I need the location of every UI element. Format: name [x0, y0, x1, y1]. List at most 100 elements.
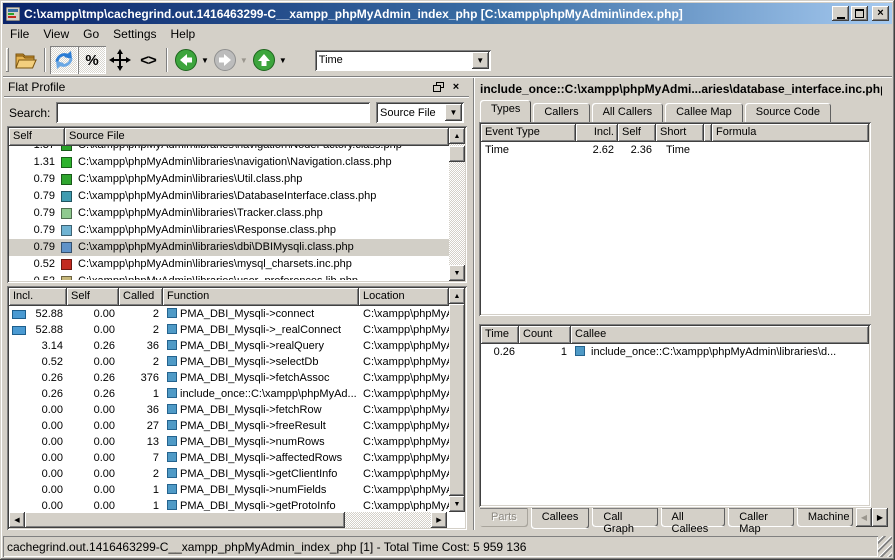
menu-file[interactable]: File: [3, 25, 36, 43]
scrollbar-thumb[interactable]: [449, 146, 465, 162]
callee-row[interactable]: 0.261 include_once::C:\xampp\phpMyAdmin\…: [481, 344, 869, 361]
percent-toggle-button[interactable]: %: [78, 46, 106, 74]
function-row[interactable]: 0.000.0013PMA_DBI_Mysqli->numRowsC:\xamp…: [9, 434, 449, 450]
up-button[interactable]: ▼: [250, 46, 289, 74]
menu-view[interactable]: View: [36, 25, 76, 43]
column-header-time[interactable]: Time: [481, 326, 519, 344]
file-row[interactable]: 1.31C:\xampp\phpMyAdmin\libraries\naviga…: [9, 154, 449, 171]
tab-all-callers[interactable]: All Callers: [592, 103, 664, 122]
file-row[interactable]: 0.79C:\xampp\phpMyAdmin\libraries\Databa…: [9, 188, 449, 205]
file-row[interactable]: 1.37C:\xampp\phpMyAdmin\libraries\naviga…: [9, 146, 449, 154]
file-row[interactable]: 0.79C:\xampp\phpMyAdmin\libraries\Tracke…: [9, 205, 449, 222]
reload-button[interactable]: [50, 46, 78, 74]
function-icon: [167, 452, 177, 462]
column-header-called[interactable]: Called: [119, 288, 163, 306]
scroll-down-icon[interactable]: ▼: [449, 265, 465, 281]
chevron-down-icon[interactable]: ▼: [472, 52, 489, 69]
column-header-self[interactable]: Self: [618, 124, 656, 142]
minimize-button[interactable]: [832, 6, 849, 21]
tab-call-graph[interactable]: Call Graph: [592, 508, 657, 527]
function-row[interactable]: 0.000.0027PMA_DBI_Mysqli->freeResultC:\x…: [9, 418, 449, 434]
column-header-function[interactable]: Function: [163, 288, 359, 306]
file-row[interactable]: 0.79C:\xampp\phpMyAdmin\libraries\Respon…: [9, 222, 449, 239]
column-header-formula[interactable]: Formula: [712, 124, 869, 142]
back-dropdown-caret[interactable]: ▼: [201, 56, 209, 65]
dock-layout-button[interactable]: [106, 46, 134, 74]
file-row[interactable]: 0.52C:\xampp\phpMyAdmin\libraries\mysql_…: [9, 256, 449, 273]
column-header-callee[interactable]: Callee: [571, 326, 869, 344]
function-called-value: 2: [119, 466, 163, 482]
up-dropdown-caret[interactable]: ▼: [279, 56, 287, 65]
tab-callers[interactable]: Callers: [533, 103, 589, 122]
function-name: PMA_DBI_Mysqli->fetchRow: [163, 402, 359, 418]
column-header-self[interactable]: Self: [9, 128, 65, 146]
group-by-selector[interactable]: Source File ▼: [376, 102, 464, 123]
scroll-right-icon[interactable]: ▶: [431, 512, 447, 528]
function-table-vscrollbar[interactable]: ▲ ▼: [449, 288, 465, 512]
tab-callees[interactable]: Callees: [531, 508, 590, 529]
tab-all-callees[interactable]: All Callees: [661, 508, 726, 527]
column-header-source-file[interactable]: Source File: [65, 128, 449, 146]
function-row[interactable]: 0.000.002PMA_DBI_Mysqli->getClientInfoC:…: [9, 466, 449, 482]
scroll-down-icon[interactable]: ▼: [449, 496, 465, 512]
close-dock-button[interactable]: ×: [447, 80, 465, 95]
menu-settings[interactable]: Settings: [106, 25, 163, 43]
back-button[interactable]: ▼: [172, 46, 211, 74]
function-row[interactable]: 0.000.0036PMA_DBI_Mysqli->fetchRowC:\xam…: [9, 402, 449, 418]
open-file-button[interactable]: [12, 46, 40, 74]
chevron-down-icon[interactable]: ▼: [445, 104, 462, 121]
file-path: C:\xampp\phpMyAdmin\libraries\mysql_char…: [74, 256, 449, 273]
file-row[interactable]: 0.52C:\xampp\phpMyAdmin\libraries\user_p…: [9, 273, 449, 280]
scrollbar-thumb[interactable]: [449, 304, 465, 496]
column-header-incl[interactable]: Incl.: [576, 124, 618, 142]
tab-machine[interactable]: Machine: [797, 508, 853, 527]
function-table-hscrollbar[interactable]: ◀ ▶: [9, 512, 447, 528]
function-row[interactable]: 52.880.002PMA_DBI_Mysqli->connectC:\xamp…: [9, 306, 449, 322]
resize-grip[interactable]: [878, 536, 892, 557]
tab-source-code[interactable]: Source Code: [745, 103, 831, 122]
menu-help[interactable]: Help: [164, 25, 203, 43]
function-row[interactable]: 0.000.001PMA_DBI_Mysqli->numFieldsC:\xam…: [9, 482, 449, 498]
function-row[interactable]: 52.880.002PMA_DBI_Mysqli->_realConnectC:…: [9, 322, 449, 338]
column-header-count[interactable]: Count: [519, 326, 571, 344]
function-name: PMA_DBI_Mysqli->fetchAssoc: [163, 370, 359, 386]
function-row[interactable]: 0.000.007PMA_DBI_Mysqli->affectedRowsC:\…: [9, 450, 449, 466]
titlebar[interactable]: C:\xampp\tmp\cachegrind.out.1416463299-C…: [3, 3, 892, 24]
function-row[interactable]: 0.260.261include_once::C:\xampp\phpMyAd.…: [9, 386, 449, 402]
tab-scroll-right-icon[interactable]: ▶: [872, 508, 888, 527]
event-type-row[interactable]: Time2.622.36Time: [481, 142, 869, 159]
tab-callee-map[interactable]: Callee Map: [665, 103, 743, 122]
search-input[interactable]: [56, 102, 370, 123]
column-header-location[interactable]: Location: [359, 288, 449, 306]
file-list-vscrollbar[interactable]: ▲ ▼: [449, 128, 465, 281]
file-row[interactable]: 0.79C:\xampp\phpMyAdmin\libraries\dbi\DB…: [9, 239, 449, 256]
close-button[interactable]: ×: [872, 6, 889, 21]
scroll-left-icon[interactable]: ◀: [9, 512, 25, 528]
column-header-incl[interactable]: Incl.: [9, 288, 67, 306]
float-dock-button[interactable]: [429, 80, 447, 95]
function-icon: [167, 340, 177, 350]
column-header-self[interactable]: Self: [67, 288, 119, 306]
file-self-value: 1.37: [9, 146, 59, 154]
column-header-short[interactable]: Short: [656, 124, 704, 142]
function-incl-value: 3.14: [9, 338, 67, 354]
function-row[interactable]: 0.000.001PMA_DBI_Mysqli->getProtoInfoC:\…: [9, 498, 449, 511]
menu-go[interactable]: Go: [76, 25, 106, 43]
tab-scroll-buttons: ◀▶: [856, 508, 888, 527]
tab-caller-map[interactable]: Caller Map: [728, 508, 794, 527]
function-row[interactable]: 3.140.2636PMA_DBI_Mysqli->realQueryC:\xa…: [9, 338, 449, 354]
expand-collapse-button[interactable]: <>: [134, 46, 162, 74]
file-row[interactable]: 0.79C:\xampp\phpMyAdmin\libraries\Util.c…: [9, 171, 449, 188]
maximize-button[interactable]: [851, 6, 868, 21]
detail-splitter[interactable]: [479, 318, 871, 323]
scrollbar-thumb[interactable]: [25, 512, 345, 528]
scroll-up-icon[interactable]: ▲: [449, 128, 465, 144]
column-header-event-type[interactable]: Event Type: [481, 124, 576, 142]
metric-selector[interactable]: Time ▼: [315, 50, 491, 71]
maximize-icon: [855, 9, 864, 18]
scroll-up-icon[interactable]: ▲: [449, 288, 465, 304]
function-row[interactable]: 0.260.26376PMA_DBI_Mysqli->fetchAssocC:\…: [9, 370, 449, 386]
toolbar-grip[interactable]: [6, 48, 9, 72]
function-row[interactable]: 0.520.002PMA_DBI_Mysqli->selectDbC:\xamp…: [9, 354, 449, 370]
tab-types[interactable]: Types: [480, 100, 531, 122]
